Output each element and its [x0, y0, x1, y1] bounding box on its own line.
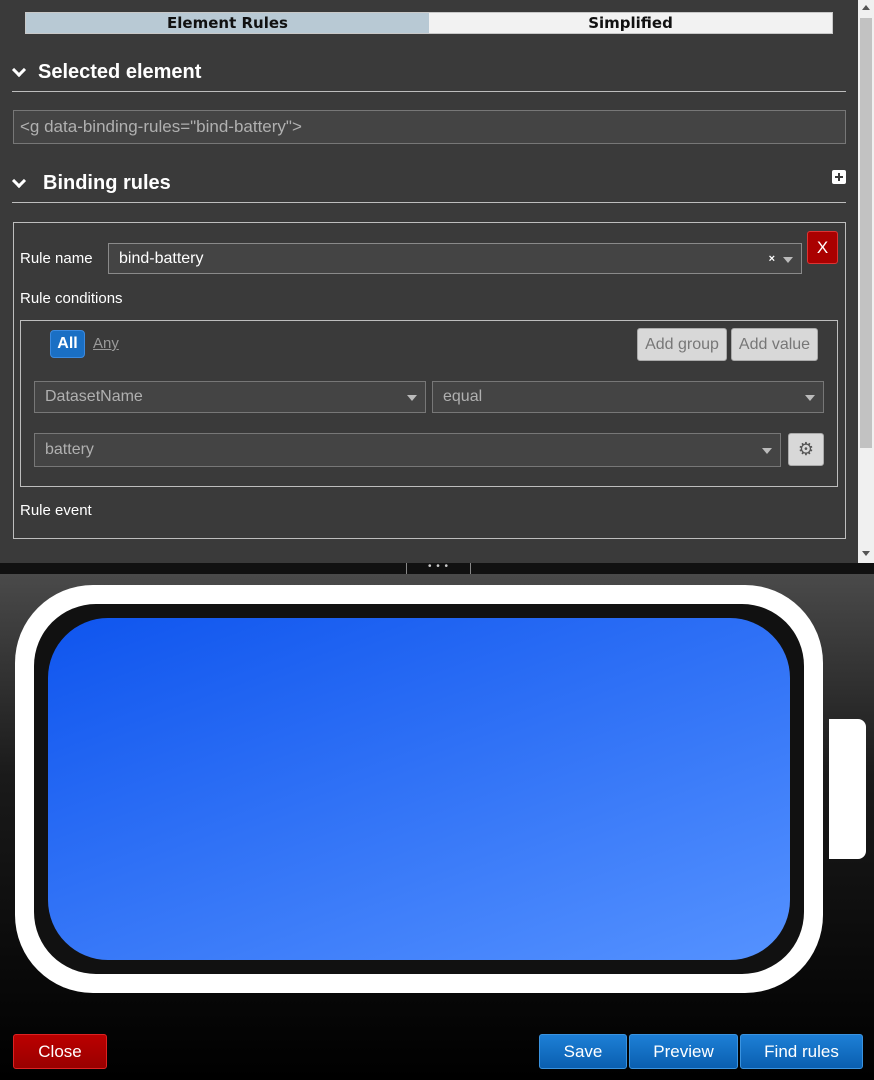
- save-button[interactable]: Save: [539, 1034, 627, 1069]
- preview-button[interactable]: Preview: [629, 1034, 738, 1069]
- clear-icon[interactable]: ×: [769, 244, 775, 274]
- chevron-down-icon[interactable]: [805, 395, 815, 401]
- add-group-button[interactable]: Add group: [637, 328, 727, 361]
- splitter-handle-icon[interactable]: • • •: [406, 562, 471, 574]
- add-value-button[interactable]: Add value: [731, 328, 818, 361]
- divider: [12, 91, 846, 92]
- rule-card: Rule name bind-battery × X Rule conditio…: [13, 222, 846, 539]
- tab-bar: Element Rules Simplified: [25, 12, 833, 34]
- find-rules-button[interactable]: Find rules: [740, 1034, 863, 1069]
- condition-field-value: DatasetName: [45, 388, 143, 405]
- tab-element-rules[interactable]: Element Rules: [26, 13, 429, 33]
- close-button[interactable]: Close: [13, 1034, 107, 1069]
- battery-fill: [48, 618, 790, 960]
- chevron-down-icon[interactable]: [762, 448, 772, 454]
- selected-element-header[interactable]: Selected element: [12, 57, 201, 87]
- chevron-down-icon[interactable]: [12, 176, 26, 190]
- all-toggle-button[interactable]: All: [50, 330, 85, 358]
- scroll-thumb[interactable]: [860, 18, 872, 448]
- rule-event-label: Rule event: [20, 502, 92, 519]
- binding-rules-title: Binding rules: [43, 171, 171, 194]
- rule-name-label: Rule name: [20, 250, 93, 267]
- selected-element-field[interactable]: <g data-binding-rules="bind-battery">: [13, 110, 846, 144]
- condition-field-select[interactable]: DatasetName: [34, 381, 426, 413]
- selected-element-title: Selected element: [38, 60, 202, 83]
- scroll-down-arrow-icon[interactable]: [862, 551, 870, 556]
- add-rule-plus-icon[interactable]: [832, 170, 846, 184]
- rules-panel: Element Rules Simplified Selected elemen…: [0, 0, 874, 563]
- delete-rule-button[interactable]: X: [807, 231, 838, 264]
- rule-conditions-label: Rule conditions: [20, 290, 123, 307]
- panel-scrollbar[interactable]: [858, 0, 874, 563]
- condition-operator-select[interactable]: equal: [432, 381, 824, 413]
- rule-name-select[interactable]: bind-battery ×: [108, 243, 802, 274]
- rule-name-value: bind-battery: [119, 250, 204, 267]
- condition-settings-button[interactable]: ⚙: [788, 433, 824, 466]
- any-toggle-button[interactable]: Any: [93, 335, 119, 352]
- conditions-group: All Any Add group Add value DatasetName …: [20, 320, 838, 487]
- binding-rules-header[interactable]: Binding rules: [12, 168, 171, 198]
- condition-value-select[interactable]: battery: [34, 433, 781, 467]
- preview-area: [0, 574, 874, 1080]
- chevron-down-icon[interactable]: [407, 395, 417, 401]
- battery-shell: [15, 585, 823, 993]
- condition-value: battery: [45, 441, 94, 458]
- divider: [12, 202, 846, 203]
- scroll-up-arrow-icon[interactable]: [862, 5, 870, 10]
- condition-operator-value: equal: [443, 388, 483, 405]
- chevron-down-icon[interactable]: [783, 257, 793, 263]
- panel-splitter[interactable]: • • •: [0, 562, 874, 574]
- chevron-down-icon[interactable]: [12, 65, 26, 79]
- battery-inner: [34, 604, 804, 974]
- tab-simplified[interactable]: Simplified: [429, 13, 832, 33]
- gear-icon: ⚙: [797, 439, 815, 459]
- battery-terminal: [829, 719, 866, 859]
